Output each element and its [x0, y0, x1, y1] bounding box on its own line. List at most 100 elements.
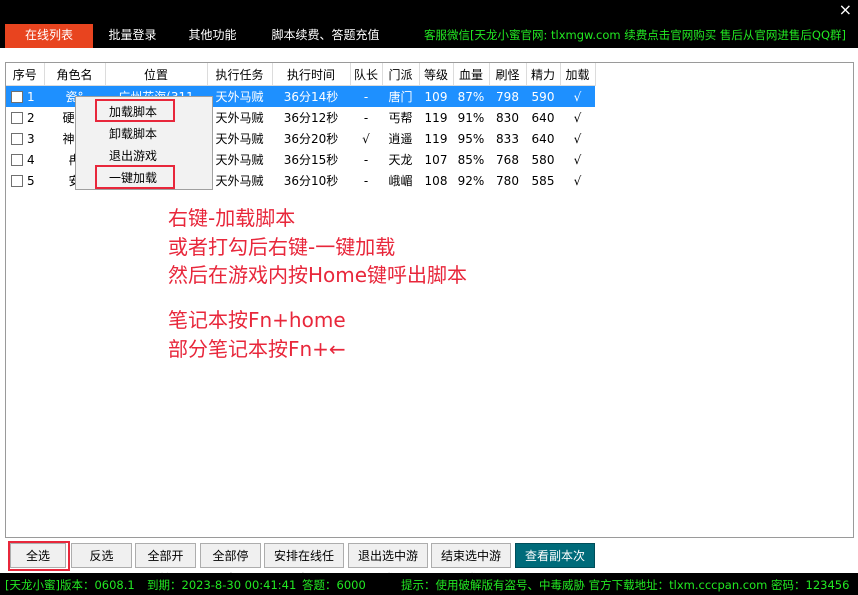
- table-cell-task: 天外马贼: [207, 107, 272, 128]
- table-cell-energy: 580: [526, 149, 560, 170]
- table-cell-level: 107: [419, 149, 453, 170]
- table-cell-hp: 91%: [453, 107, 489, 128]
- col-header[interactable]: 位置: [105, 63, 208, 86]
- col-header[interactable]: 等级: [419, 63, 454, 86]
- table-cell-no: 1: [6, 85, 44, 107]
- cell-text: 798: [496, 89, 519, 104]
- tab-other-functions[interactable]: 其他功能: [175, 24, 250, 48]
- exit-selected-game-button[interactable]: 退出选中游戏: [348, 543, 428, 586]
- table-cell-energy: 640: [526, 107, 560, 128]
- col-header[interactable]: 刷怪: [489, 63, 527, 86]
- table-cell-leader: -: [350, 107, 382, 128]
- table-cell-loaded: √: [560, 128, 595, 149]
- instruction-line: 笔记本按Fn+home: [168, 308, 346, 332]
- table-cell-task: 天外马贼: [207, 128, 272, 149]
- cell-text: 天外马贼: [215, 174, 264, 188]
- invert-selection-button[interactable]: 反选: [71, 543, 132, 568]
- menu-item-unload-script[interactable]: 卸载脚本: [109, 125, 157, 142]
- col-header[interactable]: 序号: [6, 63, 45, 86]
- cell-text: √: [362, 131, 370, 146]
- cell-text: 580: [531, 152, 555, 167]
- col-header[interactable]: 角色名: [44, 63, 106, 86]
- cell-text: 36分12秒: [283, 111, 339, 125]
- row-checkbox[interactable]: [11, 175, 23, 187]
- status-bar: [天龙小蜜]版本：0608.1 到期：2023-8-30 00:41:41 答题…: [0, 573, 858, 595]
- table-cell-task: 天外马贼: [207, 85, 272, 107]
- cell-text: 108: [424, 173, 448, 188]
- cell-text: 天外马贼: [215, 132, 264, 146]
- col-header[interactable]: 血量: [453, 63, 490, 86]
- cell-text: √: [573, 131, 582, 146]
- table-cell-kills: 798: [489, 85, 526, 107]
- instruction-line: 部分笔记本按Fn+←: [168, 337, 346, 361]
- instruction-line: 或者打勾后右键-一键加载: [168, 235, 396, 259]
- table-cell-hp: 85%: [453, 149, 489, 170]
- table-cell-school: 峨嵋: [382, 170, 419, 191]
- cell-text: 天外马贼: [215, 90, 264, 104]
- table-cell-energy: 590: [526, 85, 560, 107]
- table-cell-leader: -: [350, 149, 382, 170]
- table-cell-school: 逍遥: [382, 128, 419, 149]
- tab-batch-login[interactable]: 批量登录: [95, 24, 170, 48]
- row-checkbox[interactable]: [11, 154, 23, 166]
- table-cell-hp: 95%: [453, 128, 489, 149]
- tip-text: 提示：使用破解版有盗号、中毒威胁 官方下载地址：tlxm.cccpan.com …: [401, 578, 850, 592]
- table-cell-loaded: √: [560, 149, 595, 170]
- table-cell-task: 天外马贼: [207, 149, 272, 170]
- table-cell-time: 36分10秒: [272, 170, 350, 191]
- table-cell-loaded: √: [560, 85, 595, 107]
- table-cell-time: 36分14秒: [272, 85, 350, 107]
- table-cell-school: 丐帮: [382, 107, 419, 128]
- expiry-text: 到期：2023-8-30 00:41:41: [147, 578, 297, 592]
- table-cell-hp: 92%: [453, 170, 489, 191]
- table-cell-no: 3: [6, 128, 44, 149]
- col-header[interactable]: 加载: [560, 63, 596, 86]
- cell-text: -: [363, 173, 369, 188]
- cell-text: 91%: [457, 110, 485, 125]
- notice-text: 客服微信[天龙小蜜官网: tlxmgw.com 续费点击官网购买 售后从官网进售…: [424, 28, 846, 42]
- cell-text: √: [573, 173, 582, 188]
- cell-text: √: [573, 110, 582, 125]
- table-header: 序号 角色名 位置 执行任务 执行时间 队长 门派 等级 血量 刷怪 精力 加载: [6, 63, 596, 86]
- cell-text: 768: [496, 152, 519, 167]
- select-all-button[interactable]: 全选: [10, 543, 66, 568]
- tab-online-list[interactable]: 在线列表: [5, 24, 93, 48]
- table-cell-energy: 585: [526, 170, 560, 191]
- col-header[interactable]: 精力: [526, 63, 561, 86]
- table-cell-kills: 833: [489, 128, 526, 149]
- cell-text: 833: [496, 131, 519, 146]
- col-header[interactable]: 队长: [350, 63, 383, 86]
- cell-text: 36分15秒: [283, 153, 339, 167]
- cell-text: 1: [27, 89, 35, 104]
- view-dungeon-count-button[interactable]: 查看副本次数: [515, 543, 595, 586]
- cell-text: -: [363, 110, 369, 125]
- col-header[interactable]: 执行任务: [207, 63, 273, 86]
- tab-renewal[interactable]: 脚本续费、答题充值: [258, 24, 393, 48]
- cell-text: 36分14秒: [283, 90, 339, 104]
- cell-text: 4: [27, 152, 35, 167]
- cell-text: 95%: [457, 131, 485, 146]
- cell-text: 92%: [457, 173, 485, 188]
- table-cell-energy: 640: [526, 128, 560, 149]
- table-cell-hp: 87%: [453, 85, 489, 107]
- table-cell-time: 36分12秒: [272, 107, 350, 128]
- row-checkbox[interactable]: [11, 112, 23, 124]
- menu-item-exit-game[interactable]: 退出游戏: [109, 147, 157, 164]
- col-header[interactable]: 门派: [382, 63, 420, 86]
- row-checkbox[interactable]: [11, 133, 23, 145]
- row-checkbox[interactable]: [11, 91, 23, 103]
- cell-text: 天龙: [388, 153, 413, 167]
- end-selected-game-button[interactable]: 结束选中游戏: [431, 543, 511, 586]
- title-bar: ×: [0, 0, 858, 20]
- answers-text: 答题：6000: [302, 578, 366, 592]
- schedule-online-task-button[interactable]: 安排在线任务: [264, 543, 344, 586]
- col-header[interactable]: 执行时间: [272, 63, 351, 86]
- cell-text: 640: [531, 110, 555, 125]
- table-cell-kills: 780: [489, 170, 526, 191]
- start-all-button[interactable]: 全部开始: [135, 543, 196, 586]
- table-cell-time: 36分15秒: [272, 149, 350, 170]
- close-icon[interactable]: ×: [839, 0, 852, 20]
- table-cell-school: 天龙: [382, 149, 419, 170]
- stop-all-button[interactable]: 全部停止: [200, 543, 261, 586]
- table-cell-leader: -: [350, 85, 382, 107]
